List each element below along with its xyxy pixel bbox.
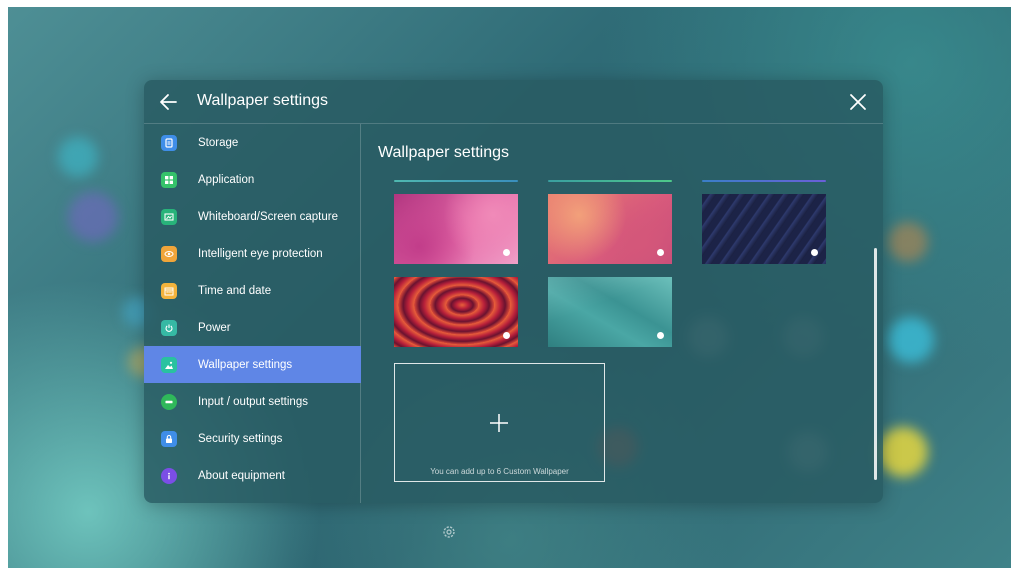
teal-polygon-wallpaper[interactable] — [548, 277, 672, 347]
scrollbar[interactable] — [874, 248, 877, 480]
info-icon — [161, 467, 177, 484]
sidebar-item-storage[interactable]: Storage — [144, 124, 361, 161]
wallpaper-content: Wallpaper settings You can add up to 6 C… — [362, 124, 883, 503]
settings-window: Wallpaper settings Storage Application W… — [144, 80, 883, 503]
add-wallpaper-hint: You can add up to 6 Custom Wallpaper — [430, 467, 569, 476]
sidebar-item-label: Intelligent eye protection — [198, 247, 323, 260]
close-icon[interactable] — [845, 89, 871, 115]
window-title: Wallpaper settings — [197, 92, 329, 109]
sidebar-item-security[interactable]: Security settings — [144, 420, 361, 457]
category-divider — [702, 180, 826, 182]
sidebar-item-application[interactable]: Application — [144, 161, 361, 198]
sidebar-item-label: Input / output settings — [198, 395, 308, 408]
sidebar-item-label: Time and date — [198, 284, 272, 297]
blurred-app-icon — [58, 137, 98, 177]
content-title: Wallpaper settings — [378, 144, 510, 161]
sidebar-item-whiteboard[interactable]: Whiteboard/Screen capture — [144, 198, 361, 235]
selection-dot — [657, 249, 664, 256]
blurred-app-icon — [888, 222, 928, 262]
selection-dot — [811, 249, 818, 256]
red-canyon-wallpaper[interactable] — [394, 277, 518, 347]
back-arrow-icon[interactable] — [156, 89, 182, 115]
blurred-app-icon — [888, 317, 934, 363]
plus-icon — [488, 412, 510, 434]
input-output-icon — [161, 393, 177, 410]
sidebar-item-wallpaper[interactable]: Wallpaper settings — [144, 346, 361, 383]
sidebar-item-eye-protection[interactable]: Intelligent eye protection — [144, 235, 361, 272]
selection-dot — [503, 249, 510, 256]
sidebar-item-label: Security settings — [198, 432, 283, 445]
pink-blur-wallpaper[interactable] — [394, 194, 518, 264]
blurred-app-icon — [878, 427, 928, 477]
screen-capture-icon — [161, 208, 177, 225]
sidebar-item-label: Storage — [198, 136, 239, 149]
calendar-icon — [161, 282, 177, 299]
coral-blur-wallpaper[interactable] — [548, 194, 672, 264]
sidebar-item-about[interactable]: About equipment — [144, 457, 361, 494]
selection-dot — [503, 332, 510, 339]
wallpaper-icon — [161, 356, 177, 373]
sidebar-item-label: About equipment — [198, 469, 285, 482]
title-bar: Wallpaper settings — [144, 80, 883, 124]
sidebar-item-label: Wallpaper settings — [198, 358, 293, 371]
lock-icon — [161, 430, 177, 447]
gear-icon[interactable] — [441, 524, 457, 540]
power-icon — [161, 319, 177, 336]
sidebar-item-time-date[interactable]: Time and date — [144, 272, 361, 309]
selection-dot — [657, 332, 664, 339]
sidebar-item-label: Power — [198, 321, 231, 334]
settings-sidebar: Storage Application Whiteboard/Screen ca… — [144, 124, 361, 503]
add-wallpaper-button[interactable]: You can add up to 6 Custom Wallpaper — [394, 363, 605, 482]
dark-architecture-wallpaper[interactable] — [702, 194, 826, 264]
sidebar-item-input-output[interactable]: Input / output settings — [144, 383, 361, 420]
storage-icon — [161, 134, 177, 151]
category-divider — [548, 180, 672, 182]
category-divider — [394, 180, 518, 182]
eye-protection-icon — [161, 245, 177, 262]
sidebar-item-power[interactable]: Power — [144, 309, 361, 346]
blurred-app-icon — [68, 192, 118, 242]
application-icon — [161, 171, 177, 188]
sidebar-item-label: Application — [198, 173, 255, 186]
sidebar-item-label: Whiteboard/Screen capture — [198, 210, 338, 223]
